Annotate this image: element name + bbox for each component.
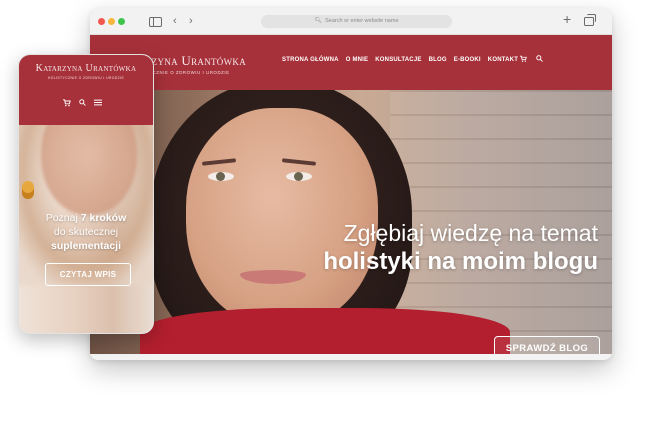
mobile-hero-line1: Poznaj 7 kroków [19, 211, 153, 225]
address-placeholder: Search or enter website name [325, 18, 399, 24]
hero-heading-line1: Zgłębiaj wiedzę na temat [343, 220, 598, 246]
hero-photo-face [186, 108, 378, 328]
mobile-hero: Poznaj 7 kroków do skutecznej suplementa… [19, 125, 153, 333]
search-icon[interactable] [79, 99, 86, 106]
mobile-logo[interactable]: Katarzyna Urantówka HOLISTYCZNIE O ZDROW… [19, 63, 153, 80]
check-blog-button[interactable]: SPRAWDŹ BLOG [494, 336, 600, 354]
maximize-window-button[interactable] [118, 18, 125, 25]
forward-icon[interactable]: › [189, 14, 193, 28]
website-viewport: Katarzyna Urantówka HOLISTYCZNIE O ZDROW… [90, 35, 612, 354]
mobile-hero-line1-bold: 7 kroków [80, 212, 127, 224]
mobile-hero-line2: do skutecznej [53, 226, 119, 238]
menu-item-home[interactable]: STRONA GŁÓWNA [282, 57, 339, 63]
supplement-capsule-image [22, 181, 34, 199]
hero-photo-red-top [140, 308, 510, 354]
menu-item-blog[interactable]: BLOG [429, 57, 447, 63]
cart-icon[interactable] [63, 99, 71, 107]
mobile-header: Katarzyna Urantówka HOLISTYCZNIE O ZDROW… [19, 55, 153, 125]
close-window-button[interactable] [98, 18, 105, 25]
mobile-hero-heading: Poznaj 7 kroków do skutecznej suplementa… [19, 211, 153, 253]
browser-toolbar: ‹ › 🔍︎ Search or enter website name + [90, 8, 612, 35]
hero-heading: Zgłębiaj wiedzę na temat holistyki na mo… [323, 219, 598, 277]
hero-photo-eye [208, 172, 234, 181]
menu-item-ebooks[interactable]: E-BOOKI [454, 57, 481, 63]
menu-item-contact[interactable]: KONTAKT [488, 57, 518, 63]
mobile-logo-tagline: HOLISTYCZNIE O ZDROWIU I URODZIE [47, 76, 125, 80]
hero-heading-line2: holistyki na moim blogu [323, 248, 598, 275]
read-post-button[interactable]: CZYTAJ WPIS [45, 263, 131, 286]
mobile-header-icons [63, 99, 102, 107]
mobile-device: Katarzyna Urantówka HOLISTYCZNIE O ZDROW… [18, 54, 154, 334]
menu-item-about[interactable]: O MNIE [346, 57, 369, 63]
mobile-logo-name: Katarzyna Urantówka [35, 63, 137, 74]
main-menu: STRONA GŁÓWNA O MNIE KONSULTACJE BLOG E-… [282, 57, 518, 63]
site-header: Katarzyna Urantówka HOLISTYCZNIE O ZDROW… [90, 35, 612, 90]
tabs-overview-icon[interactable] [584, 14, 596, 26]
search-icon[interactable] [536, 55, 543, 62]
mobile-hero-line3: suplementacji [19, 239, 153, 253]
browser-window: ‹ › 🔍︎ Search or enter website name + Kat… [90, 8, 612, 360]
menu-item-consultations[interactable]: KONSULTACJE [375, 57, 421, 63]
back-icon[interactable]: ‹ [173, 14, 177, 28]
sidebar-icon[interactable] [149, 17, 162, 27]
hero-photo-eye [286, 172, 312, 181]
mobile-hero-line3-bold: suplementacji [50, 240, 122, 252]
hamburger-menu-icon[interactable] [94, 99, 102, 106]
mobile-hero-line1-pre: Poznaj [45, 212, 81, 224]
search-icon: 🔍︎ [314, 18, 323, 24]
new-tab-icon[interactable]: + [563, 12, 571, 26]
hero-slider: Zgłębiaj wiedzę na temat holistyki na mo… [90, 90, 612, 354]
cart-icon[interactable] [520, 55, 527, 63]
minimize-window-button[interactable] [108, 18, 115, 25]
address-bar[interactable]: 🔍︎ Search or enter website name [261, 15, 452, 28]
